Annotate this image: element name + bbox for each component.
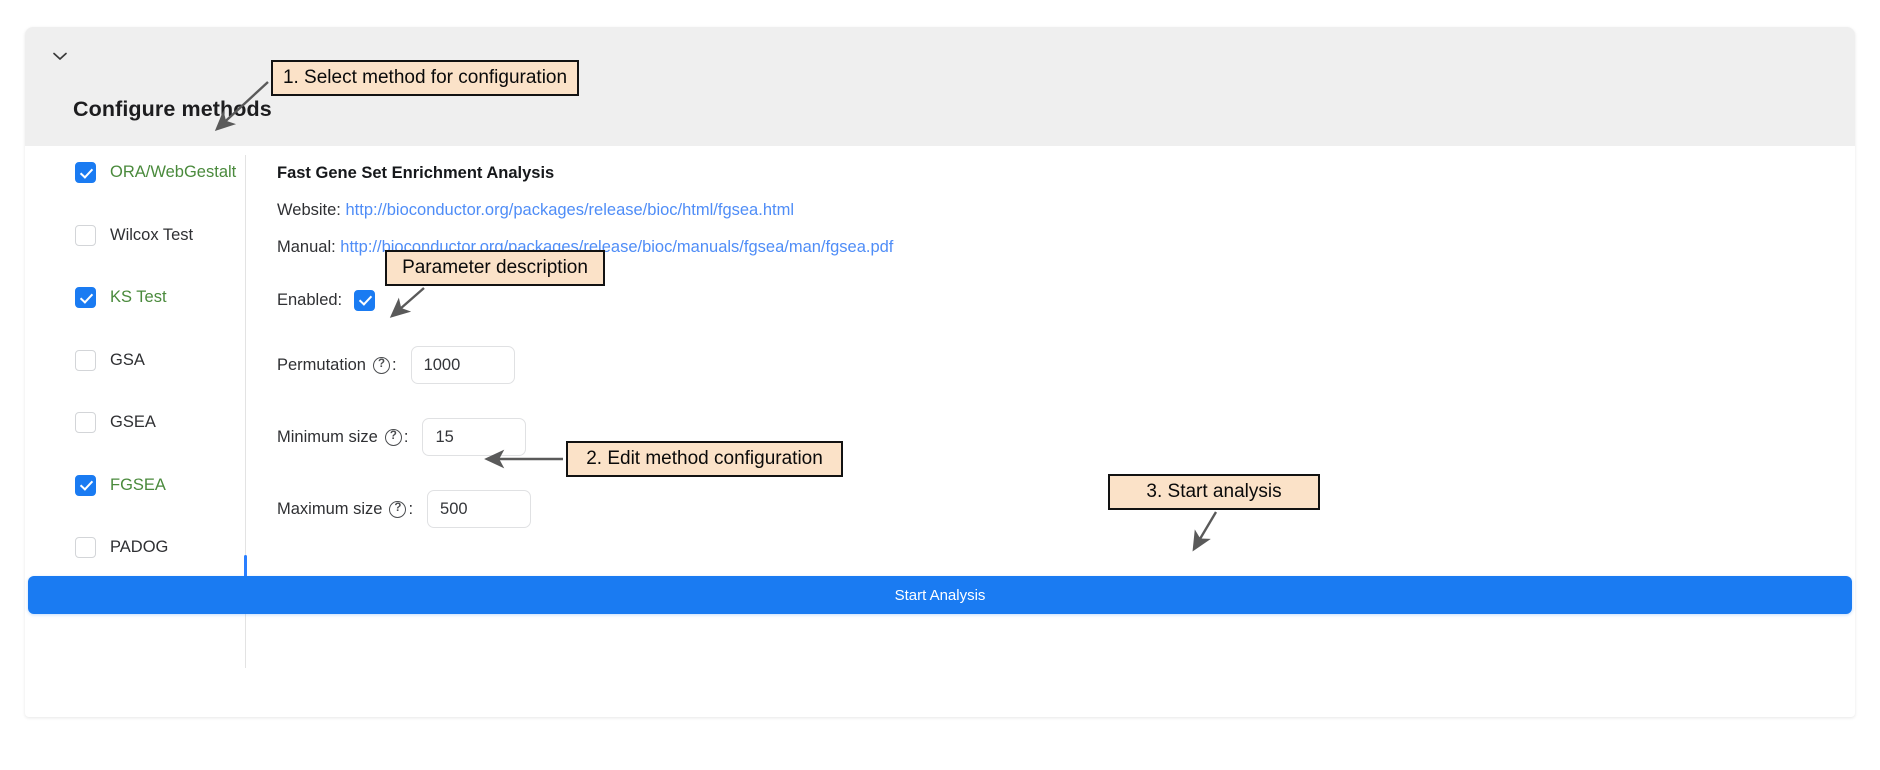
callout-select-method: 1. Select method for configuration — [271, 60, 579, 96]
method-label: GSEA — [110, 413, 156, 431]
help-icon[interactable]: ? — [384, 428, 402, 446]
method-label: GSA — [110, 350, 145, 369]
checkbox-ks-test[interactable] — [75, 287, 96, 308]
checkbox-enabled[interactable] — [354, 289, 376, 311]
param-colon: : — [403, 427, 409, 446]
minimum-size-input[interactable] — [422, 418, 527, 456]
configure-methods-card: Configure methods ORA/WebGestalt Wilcox … — [25, 27, 1855, 717]
method-label: ORA/WebGestalt — [110, 163, 237, 181]
method-label: PADOG — [110, 538, 169, 556]
param-label-minimum-size: Minimum size ? : — [277, 428, 408, 447]
permutation-input[interactable] — [410, 346, 515, 384]
checkbox-padog[interactable] — [75, 537, 96, 558]
help-icon[interactable]: ? — [389, 500, 407, 518]
sidebar-item-wilcox-test[interactable]: Wilcox Test — [75, 219, 240, 252]
sidebar-item-gsa[interactable]: GSA — [75, 344, 240, 377]
method-label: FGSEA — [110, 475, 166, 494]
callout-parameter-description: Parameter description — [385, 250, 605, 286]
maximum-size-input[interactable] — [427, 490, 532, 528]
method-label: KS Test — [110, 288, 167, 306]
website-row: Website: http://bioconductor.org/package… — [277, 201, 1843, 220]
method-list: ORA/WebGestalt Wilcox Test KS Test GSA G — [75, 156, 240, 594]
sidebar-item-ks-test[interactable]: KS Test — [75, 281, 240, 314]
sidebar-item-ora-webgestalt[interactable]: ORA/WebGestalt — [75, 156, 240, 189]
method-detail-pane: Fast Gene Set Enrichment Analysis Websit… — [277, 146, 1843, 528]
website-label: Website: — [277, 201, 341, 219]
checkbox-gsa[interactable] — [75, 349, 96, 371]
checkbox-fgsea[interactable] — [75, 474, 96, 496]
param-label-text: Permutation — [277, 355, 366, 374]
checkbox-ora-webgestalt[interactable] — [75, 162, 96, 183]
callout-edit-configuration: 2. Edit method configuration — [566, 441, 843, 477]
checkbox-gsea[interactable] — [75, 412, 96, 433]
help-icon[interactable]: ? — [372, 356, 390, 374]
enabled-label: Enabled: — [277, 290, 343, 309]
enabled-row: Enabled: — [277, 288, 1843, 312]
param-colon: : — [391, 355, 397, 374]
sidebar-item-padog[interactable]: PADOG — [75, 531, 240, 564]
callout-start-analysis: 3. Start analysis — [1108, 474, 1320, 510]
param-row-maximum-size: Maximum size ? : — [277, 490, 1843, 528]
chevron-down-icon[interactable] — [47, 43, 73, 69]
sidebar-item-fgsea[interactable]: FGSEA — [75, 469, 240, 502]
param-label-maximum-size: Maximum size ? : — [277, 500, 413, 519]
param-label-text: Minimum size — [277, 427, 378, 446]
app-root: Configure methods ORA/WebGestalt Wilcox … — [0, 0, 1880, 770]
manual-label: Manual: — [277, 238, 336, 256]
card-body: ORA/WebGestalt Wilcox Test KS Test GSA G — [25, 146, 1855, 668]
page-title: Configure methods — [73, 97, 272, 121]
param-label-text: Maximum size — [277, 499, 383, 518]
method-detail-title: Fast Gene Set Enrichment Analysis — [277, 164, 555, 182]
method-label: Wilcox Test — [110, 225, 194, 244]
sidebar-item-gsea[interactable]: GSEA — [75, 406, 240, 439]
param-colon: : — [408, 499, 414, 518]
param-row-minimum-size: Minimum size ? : — [277, 418, 1843, 456]
website-link[interactable]: http://bioconductor.org/packages/release… — [345, 201, 794, 219]
param-label-permutation: Permutation ? : — [277, 356, 397, 375]
param-row-permutation: Permutation ? : — [277, 346, 1843, 384]
start-analysis-button[interactable]: Start Analysis — [28, 576, 1852, 614]
checkbox-wilcox-test[interactable] — [75, 224, 96, 246]
